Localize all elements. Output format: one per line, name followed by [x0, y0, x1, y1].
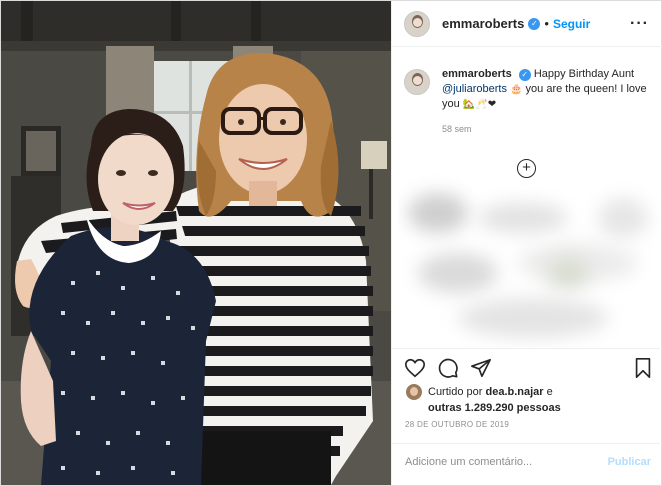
follow-button[interactable]: Seguir	[553, 17, 590, 31]
like-heart-icon[interactable]	[404, 357, 426, 379]
caption-avatar[interactable]	[404, 69, 430, 95]
likes-count-link[interactable]: outras 1.289.290 pessoas	[428, 402, 561, 414]
likes-text: Curtido por dea.b.najar e outras 1.289.2…	[428, 384, 561, 416]
liker-username[interactable]: dea.b.najar	[485, 386, 543, 398]
comment-bubble-icon[interactable]	[437, 357, 459, 379]
caption-text-start: Happy Birthday Aunt	[533, 68, 635, 80]
share-plane-icon[interactable]	[470, 357, 492, 379]
instagram-post: emmaroberts ✓ • Seguir ··· emmaroberts ✓…	[0, 0, 662, 486]
publish-button[interactable]: Publicar	[608, 456, 651, 468]
more-options-icon[interactable]: ···	[630, 15, 649, 33]
caption-username[interactable]: emmaroberts	[442, 68, 512, 80]
post-caption: emmaroberts ✓ Happy Birthday Aunt @julia…	[404, 67, 654, 137]
verified-badge-icon: ✓	[528, 17, 541, 30]
author-avatar[interactable]	[404, 10, 430, 37]
likes-prefix: Curtido por	[428, 386, 483, 398]
caption-mention-link[interactable]: @juliaroberts	[442, 83, 507, 95]
blurred-comments-area	[398, 173, 662, 349]
comment-bar: Publicar	[392, 443, 662, 485]
separator-dot: •	[544, 16, 549, 31]
liker-avatar[interactable]	[406, 384, 422, 400]
post-header: emmaroberts ✓ • Seguir ···	[392, 1, 662, 47]
bookmark-icon[interactable]	[632, 357, 654, 379]
verified-badge-icon: ✓	[518, 69, 531, 81]
post-date[interactable]: 28 DE OUTUBRO DE 2019	[405, 420, 509, 429]
post-sidebar: emmaroberts ✓ • Seguir ··· emmaroberts ✓…	[391, 1, 662, 485]
post-photo-illustration	[1, 1, 391, 485]
post-actions-bar	[392, 348, 662, 384]
author-username[interactable]: emmaroberts	[442, 16, 524, 31]
caption-body: emmaroberts ✓ Happy Birthday Aunt @julia…	[442, 67, 654, 137]
likes-summary: Curtido por dea.b.najar e outras 1.289.2…	[406, 384, 656, 416]
likes-connector: e	[546, 386, 553, 398]
caption-timestamp[interactable]: 58 sem	[442, 122, 654, 137]
cake-emoji: 🎂	[510, 84, 523, 95]
post-photo[interactable]	[1, 1, 391, 485]
comment-input[interactable]	[405, 456, 595, 468]
caption-end-emojis: 🏡🥂❤	[462, 99, 497, 110]
